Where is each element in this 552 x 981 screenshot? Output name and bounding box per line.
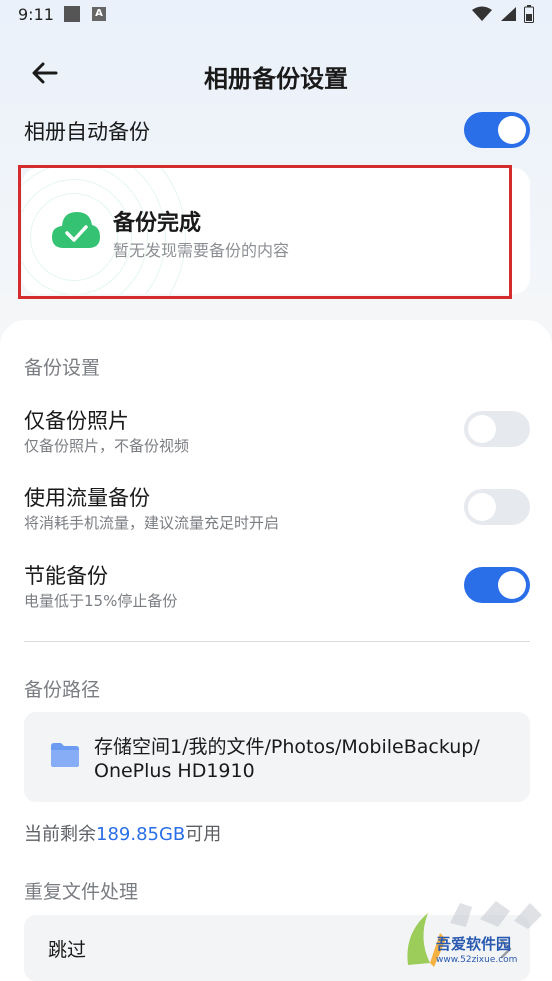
setting-subtitle: 电量低于15%停止备份 bbox=[24, 592, 178, 610]
watermark-url: www.52zixue.com bbox=[436, 955, 518, 965]
header: 相册备份设置 bbox=[0, 46, 552, 102]
page-title: 相册备份设置 bbox=[204, 65, 348, 93]
backup-settings-section-title: 备份设置 bbox=[24, 357, 101, 379]
setting-subtitle: 仅备份照片，不备份视频 bbox=[24, 437, 190, 455]
setting-title: 仅备份照片 bbox=[24, 409, 129, 433]
signal-icon bbox=[501, 7, 516, 21]
watermark-text: 吾爱软件园 bbox=[436, 935, 512, 953]
remaining-prefix: 当前剩余 bbox=[24, 824, 96, 845]
folder-icon bbox=[51, 743, 79, 767]
power-saving-toggle[interactable] bbox=[464, 567, 530, 603]
setting-title: 节能备份 bbox=[24, 564, 108, 588]
battery-icon bbox=[524, 5, 534, 23]
toggle-knob bbox=[468, 415, 496, 443]
setting-title: 使用流量备份 bbox=[24, 486, 150, 510]
status-title: 备份完成 bbox=[113, 211, 202, 236]
cloud-check-icon bbox=[52, 212, 100, 248]
wifi-icon bbox=[472, 6, 492, 21]
status-bar: 9:11 A bbox=[0, 0, 552, 30]
backup-path-section-title: 备份路径 bbox=[24, 679, 101, 701]
toggle-knob bbox=[468, 493, 496, 521]
remaining-space: 当前剩余189.85GB可用 bbox=[24, 820, 221, 846]
auto-backup-row: 相册自动备份 bbox=[24, 112, 530, 148]
toggle-knob bbox=[498, 116, 526, 144]
path-line-1: 存储空间1/我的文件/Photos/MobileBackup/ bbox=[94, 736, 480, 758]
mobile-data-toggle[interactable] bbox=[464, 489, 530, 525]
divider bbox=[24, 641, 530, 642]
setting-subtitle: 将消耗手机流量，建议流量充足时开启 bbox=[24, 514, 280, 532]
duplicate-section-title: 重复文件处理 bbox=[24, 881, 139, 903]
duplicate-value: 跳过 bbox=[48, 939, 87, 961]
backup-path-box[interactable]: 存储空间1/我的文件/Photos/MobileBackup/ OnePlus … bbox=[24, 712, 530, 802]
photos-only-toggle[interactable] bbox=[464, 411, 530, 447]
status-time: 9:11 bbox=[18, 5, 54, 24]
status-subtitle: 暂无发现需要备份的内容 bbox=[113, 241, 290, 260]
path-line-2: OnePlus HD1910 bbox=[94, 760, 255, 782]
auto-backup-label: 相册自动备份 bbox=[24, 120, 150, 144]
toggle-knob bbox=[498, 571, 526, 599]
remaining-value: 189.85GB bbox=[96, 824, 186, 845]
notification-square-icon bbox=[64, 6, 80, 22]
auto-backup-toggle[interactable] bbox=[464, 112, 530, 148]
remaining-suffix: 可用 bbox=[185, 824, 222, 845]
a-icon: A bbox=[92, 7, 106, 21]
watermark: 吾爱软件园 www.52zixue.com bbox=[400, 893, 546, 973]
